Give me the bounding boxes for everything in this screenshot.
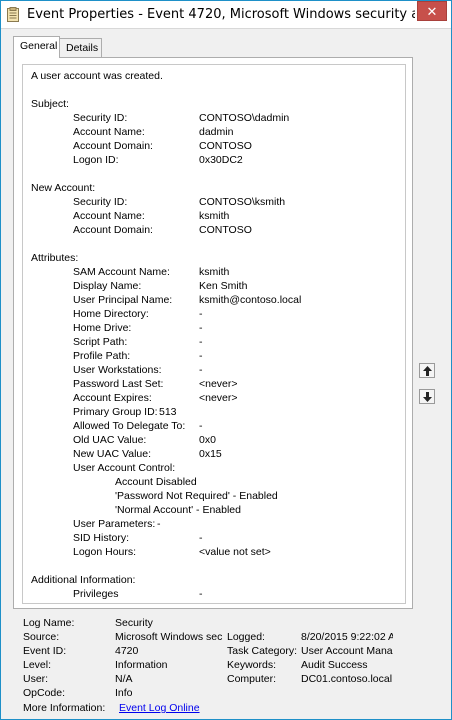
field-label: User Account Control: — [73, 462, 176, 474]
field-value: - — [199, 350, 203, 362]
field-value: ksmith — [199, 266, 230, 278]
tab-general[interactable]: General — [13, 36, 60, 58]
computer-value: DC01.contoso.local — [301, 673, 393, 685]
opcode-value: Info — [115, 687, 133, 699]
keywords-value: Audit Success — [301, 659, 368, 671]
more-information-label: More Information: — [23, 702, 106, 714]
field-label: Account Expires: — [73, 392, 152, 404]
uac-flag: 'Normal Account' - Enabled — [115, 504, 241, 516]
window-title: Event Properties - Event 4720, Microsoft… — [27, 7, 415, 22]
field-label: Old UAC Value: — [73, 434, 147, 446]
attributes-header: Attributes: — [31, 252, 79, 264]
task-category-label: Task Category: — [227, 645, 298, 657]
field-value: dadmin — [199, 126, 234, 138]
close-icon: ✕ — [426, 4, 438, 19]
previous-event-button[interactable] — [419, 363, 435, 378]
field-value: ksmith@contoso.local — [199, 294, 302, 306]
field-value: 0x0 — [199, 434, 216, 446]
field-label: Home Drive: — [73, 322, 132, 334]
field-label: Password Last Set: — [73, 378, 164, 390]
field-value: - — [199, 364, 203, 376]
field-value: CONTOSO — [199, 224, 252, 236]
field-value: - — [199, 336, 203, 348]
description-intro: A user account was created. — [31, 70, 163, 82]
computer-label: Computer: — [227, 673, 277, 685]
field-label: Account Domain: — [73, 224, 153, 236]
field-label: Logon Hours: — [73, 546, 137, 558]
field-value: - — [199, 420, 203, 432]
logged-label: Logged: — [227, 631, 265, 643]
user-label: User: — [23, 673, 49, 685]
arrow-down-icon — [423, 392, 432, 402]
source-label: Source: — [23, 631, 60, 643]
field-label: User Parameters: — [73, 518, 156, 530]
field-label: Account Domain: — [73, 140, 153, 152]
log-name-label: Log Name: — [23, 617, 75, 629]
close-button[interactable]: ✕ — [417, 1, 447, 21]
field-label: SAM Account Name: — [73, 266, 170, 278]
field-value: <value not set> — [199, 546, 271, 558]
field-value: - — [157, 518, 161, 530]
field-value: 513 — [159, 406, 177, 418]
event-log-online-link[interactable]: Event Log Online — [119, 702, 200, 714]
event-id-value: 4720 — [115, 645, 139, 657]
field-label: Display Name: — [73, 280, 142, 292]
uac-flag: 'Password Not Required' - Enabled — [115, 490, 278, 502]
event-log-icon — [7, 7, 19, 22]
event-properties-window: Event Properties - Event 4720, Microsoft… — [0, 0, 452, 720]
field-value: ksmith — [199, 210, 230, 222]
additional-info-header: Additional Information: — [31, 574, 136, 586]
user-value: N/A — [115, 673, 133, 685]
field-label: Security ID: — [73, 196, 128, 208]
field-label: Script Path: — [73, 336, 128, 348]
field-label: Profile Path: — [73, 350, 131, 362]
field-label: Account Name: — [73, 210, 145, 222]
field-value: <never> — [199, 378, 238, 390]
general-tab-pane: A user account was created. Subject: Sec… — [13, 57, 413, 609]
event-summary: Log Name: Security Source: Microsoft Win… — [1, 613, 451, 719]
field-label: Logon ID: — [73, 154, 119, 166]
new-account-header: New Account: — [31, 182, 96, 194]
field-value: - — [199, 322, 203, 334]
event-id-label: Event ID: — [23, 645, 67, 657]
field-label: Allowed To Delegate To: — [73, 420, 186, 432]
level-value: Information — [115, 659, 168, 671]
field-label: SID History: — [73, 532, 130, 544]
field-label: Security ID: — [73, 112, 128, 124]
title-bar[interactable]: Event Properties - Event 4720, Microsoft… — [1, 1, 451, 29]
subject-header: Subject: — [31, 98, 69, 110]
logged-value: 8/20/2015 9:22:02 A — [301, 631, 393, 643]
field-value: CONTOSO\dadmin — [199, 112, 290, 124]
tab-details[interactable]: Details — [59, 38, 102, 58]
field-label: Primary Group ID: — [73, 406, 158, 418]
level-label: Level: — [23, 659, 52, 671]
field-value: - — [199, 588, 203, 600]
uac-flag: Account Disabled — [115, 476, 197, 488]
field-value: 0x15 — [199, 448, 222, 460]
field-value: 0x30DC2 — [199, 154, 243, 166]
field-label: Privileges — [73, 588, 119, 600]
keywords-label: Keywords: — [227, 659, 277, 671]
event-description-box[interactable]: A user account was created. Subject: Sec… — [22, 64, 406, 604]
field-value: <never> — [199, 392, 238, 404]
source-value: Microsoft Windows sec — [115, 631, 223, 643]
field-value: CONTOSO — [199, 140, 252, 152]
field-label: New UAC Value: — [73, 448, 152, 460]
field-value: CONTOSO\ksmith — [199, 196, 286, 208]
field-label: Home Directory: — [73, 308, 149, 320]
field-label: User Workstations: — [73, 364, 162, 376]
task-category-value: User Account Manag — [301, 645, 393, 657]
field-label: User Principal Name: — [73, 294, 173, 306]
log-name-value: Security — [115, 617, 153, 629]
field-value: - — [199, 308, 203, 320]
opcode-label: OpCode: — [23, 687, 66, 699]
field-label: Account Name: — [73, 126, 145, 138]
field-value: Ken Smith — [199, 280, 248, 292]
arrow-up-icon — [423, 366, 432, 376]
next-event-button[interactable] — [419, 389, 435, 404]
field-value: - — [199, 532, 203, 544]
